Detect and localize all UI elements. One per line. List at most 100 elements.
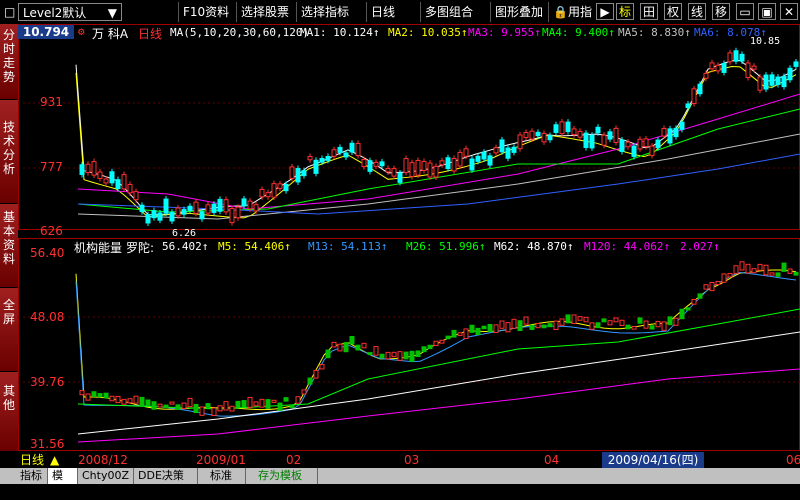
tab-intraday[interactable]: 分时走势 [0,24,18,100]
indicator-bar [181,402,187,410]
window-menu-icon[interactable]: □ [0,2,15,22]
indicator-bar [229,405,235,412]
play-icon[interactable]: ▶ [596,3,614,20]
indicator-bar [733,265,739,274]
tab-other[interactable]: 其他 [0,372,18,452]
indicator-bar [133,395,139,404]
minimize-icon[interactable]: ▭ [736,3,754,20]
candle [787,67,793,81]
candle [235,206,241,219]
indicator-bar [475,327,481,336]
indicator-bar [637,317,643,324]
candle [109,171,115,184]
indicator-bar [91,391,97,398]
indicator-bar [115,395,121,404]
indicator-bar [319,364,325,370]
ma5-value: MA5: 8.830↑ [618,26,691,39]
candle [715,64,721,72]
candle [547,134,553,141]
candle [325,156,331,161]
overlay-button[interactable]: 图形叠加 [490,2,548,22]
candle [499,139,505,153]
indicator-bar [517,320,523,332]
candle [301,170,307,177]
candle [307,156,313,161]
candle [211,203,217,213]
restore-icon[interactable]: ▣ [758,3,776,20]
period-button[interactable]: 日线 [366,2,410,22]
candle [457,151,463,167]
move-button[interactable]: 移 [712,3,730,20]
triangle-up-icon[interactable]: ▲ [50,452,59,468]
chart-area[interactable]: 10.794 ⚙ 万 科A 日线 MA(5,10,20,30,60,120) M… [18,24,800,452]
mark-button[interactable]: 标 [616,3,634,20]
ma3-value: MA3: 9.955↑ [468,26,541,39]
tab-chty00z[interactable]: Chty00Z [78,468,134,484]
indicator-bar [661,321,667,331]
layout-select[interactable]: Level2默认 ▼ [18,3,122,21]
indicator-bar [781,262,787,272]
tab-fullscreen[interactable]: 全屏 [0,288,18,372]
tab-fundamentals[interactable]: 基本资料 [0,204,18,288]
ma4-line [77,108,800,213]
candle [511,146,517,153]
indicator-bar [457,332,463,336]
f10-button[interactable]: F10资料 [178,2,236,22]
stock-name: 万 科A [92,27,129,41]
use-indicator-button[interactable]: 🔒用指 [548,2,592,22]
select-stock-button[interactable]: 选择股票 [236,2,296,22]
close-icon[interactable]: ✕ [780,3,798,20]
period-label[interactable]: 日线 [20,452,44,468]
indicator-bar [247,396,253,408]
line-button[interactable]: 线 [688,3,706,20]
indicator-bar [85,393,91,401]
indicator-bar [223,401,229,411]
candle [793,61,799,67]
tab-dde[interactable]: DDE决策 [134,468,198,484]
candle [529,130,535,140]
candle [661,128,667,137]
candle [637,138,643,150]
kline-chart[interactable] [18,24,800,452]
candle [745,62,751,79]
indicator-bar [655,320,661,328]
indicator-bar [793,271,799,276]
candle [391,168,397,177]
indicator-bar [499,320,505,329]
rights-button[interactable]: 权 [664,3,682,20]
indicator-bar [415,350,421,358]
indicator-bar [595,322,601,329]
tab-template[interactable]: 模板 [48,468,78,498]
indicator-bar [391,351,397,358]
indicator-bar [763,264,769,276]
indicator-bar [505,322,511,333]
m13-value: M13: 54.113↑ [308,240,388,253]
multi-chart-button[interactable]: 多图组合 [420,2,486,22]
indicator-bar [757,263,763,271]
indicator-bar [121,398,127,405]
tab-save-template[interactable]: 存为模板 [254,468,318,484]
tab-technical[interactable]: 技术分析 [0,100,18,204]
tab-standard[interactable]: 标准 [206,468,246,484]
indicator-bar [163,404,169,409]
candle [757,76,763,91]
candle [289,166,295,179]
candle [691,88,697,105]
grid-button[interactable]: 田 [640,3,658,20]
candle [445,157,451,170]
tab-indicator[interactable]: 指标 [16,468,48,484]
select-indicator-button[interactable]: 选择指标 [296,2,356,22]
indicator-bar [577,316,583,321]
candle [571,128,577,136]
indicator-bar [193,403,199,414]
indicator-axis-label: 31.56 [30,437,65,451]
candle [535,131,541,137]
indicator-bar [619,319,625,326]
candle [751,65,757,70]
candle [385,167,391,173]
indicator-bar [571,314,577,324]
candle [775,76,781,86]
indicator-bar [349,336,355,345]
indicator-bar [355,344,361,351]
candle [247,200,253,210]
